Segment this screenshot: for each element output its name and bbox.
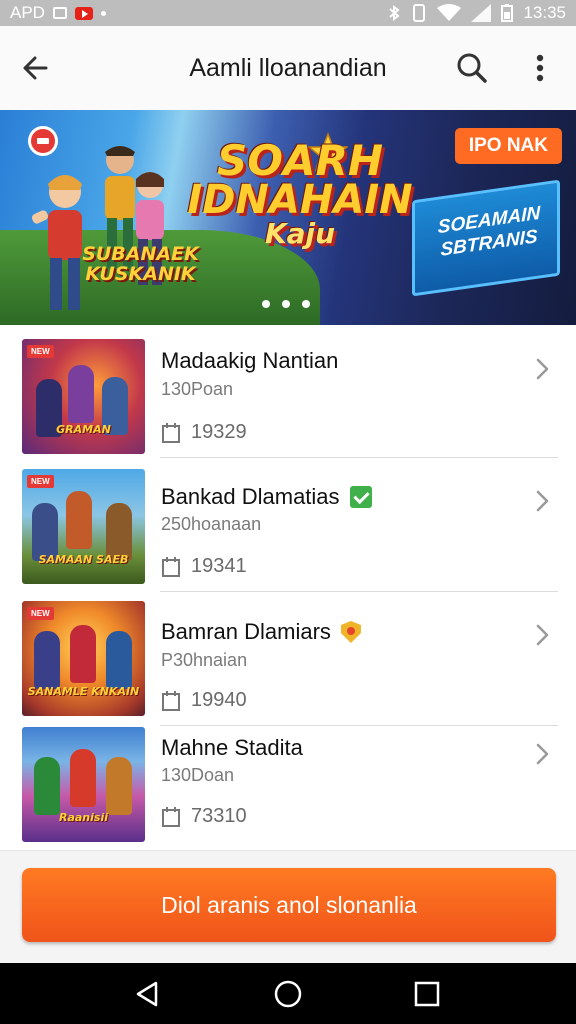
- thumb-figure: [34, 631, 60, 689]
- status-carrier-text: APD: [10, 3, 45, 22]
- nav-back-icon[interactable]: [132, 979, 162, 1009]
- item-name: Bankad Dlamatias: [161, 484, 372, 510]
- item-subtitle: 130Doan: [161, 765, 235, 785]
- item-name-text: Madaakig Nantian: [161, 348, 339, 373]
- item-thumbnail: NEW SAMAAN SAEB: [22, 469, 145, 584]
- banner-title-line2: IDNAHAIN: [187, 177, 413, 223]
- item-thumbnail: NEW SANAMLE KNKAIN: [22, 601, 145, 716]
- thumb-figure: [106, 631, 132, 689]
- item-meta: 19341: [161, 555, 247, 578]
- signal-icon: [471, 4, 492, 22]
- item-count: 19341: [191, 555, 247, 577]
- check-badge-icon: [349, 486, 372, 508]
- app-bar: Aamli lloanandian: [0, 26, 576, 110]
- item-count: 19940: [191, 689, 247, 711]
- chevron-right-icon[interactable]: [532, 622, 552, 648]
- carousel-dot[interactable]: [302, 300, 310, 308]
- item-meta: 19329: [161, 421, 247, 444]
- status-bar: APD 13:35: [0, 0, 576, 26]
- divider: [160, 591, 558, 592]
- list-item[interactable]: NEW GRAMAN Madaakig Nantian 130Poan 1932…: [0, 325, 576, 458]
- item-name-text: Mahne Stadita: [161, 735, 303, 760]
- system-nav-bar: [0, 963, 576, 1024]
- item-meta: 73310: [161, 805, 247, 828]
- list-item[interactable]: Raanisii Mahne Stadita 130Doan 73310: [0, 727, 576, 860]
- banner-subtitle: SUBANAEK KUSKANIK: [82, 243, 199, 285]
- list-item[interactable]: NEW SAMAAN SAEB Bankad Dlamatias 250hoan…: [0, 459, 576, 592]
- item-count: 19329: [191, 421, 247, 443]
- youtube-notification-icon: [74, 6, 93, 20]
- thumb-figure: [106, 757, 132, 815]
- calendar-icon: [162, 422, 180, 443]
- primary-action-button[interactable]: Diol aranis anol slonanlia: [22, 868, 556, 942]
- banner-tag-button[interactable]: IPO NAK: [454, 128, 562, 164]
- banner-title: SOARH IDNAHAIN Kaju: [180, 140, 420, 248]
- item-name: Bamran Dlamiars: [161, 619, 361, 645]
- nav-recents-icon[interactable]: [412, 979, 442, 1009]
- shield-badge-icon: [340, 621, 361, 643]
- item-meta: 19940: [161, 689, 247, 712]
- item-list: NEW GRAMAN Madaakig Nantian 130Poan 1932…: [0, 325, 576, 850]
- item-subtitle: P30hnaian: [161, 650, 248, 670]
- thumb-title: Raanisii: [58, 810, 108, 824]
- chevron-right-icon[interactable]: [532, 488, 552, 514]
- thumb-title: SANAMLE KNKAIN: [27, 684, 140, 698]
- bluetooth-icon: [389, 5, 401, 21]
- item-subtitle: 130Poan: [161, 379, 234, 399]
- banner-title-line3: Kaju: [264, 217, 336, 250]
- carousel-page-indicator[interactable]: [262, 300, 310, 308]
- calendar-icon: [162, 690, 180, 711]
- wifi-icon: [437, 4, 462, 21]
- thumb-title: SAMAAN SAEB: [38, 552, 129, 566]
- search-icon[interactable]: [452, 48, 492, 88]
- vibrate-icon: [413, 4, 426, 22]
- gallery-notification-icon: [52, 7, 67, 19]
- more-vert-icon[interactable]: [520, 48, 560, 88]
- thumb-figure: [70, 749, 96, 807]
- item-name: Mahne Stadita: [161, 735, 303, 761]
- thumb-title: GRAMAN: [56, 422, 111, 436]
- item-name-text: Bamran Dlamiars: [161, 619, 331, 644]
- thumb-figure: [68, 365, 94, 423]
- thumb-figure: [66, 491, 92, 549]
- list-item[interactable]: NEW SANAMLE KNKAIN Bamran Dlamiars P30hn…: [0, 593, 576, 726]
- thumb-figure: [70, 625, 96, 683]
- carousel-dot[interactable]: [262, 300, 270, 308]
- arrow-back-icon[interactable]: [18, 48, 58, 88]
- nav-home-icon[interactable]: [273, 979, 303, 1009]
- item-name: Madaakig Nantian: [161, 348, 338, 374]
- chevron-right-icon[interactable]: [532, 741, 552, 767]
- status-time: 13:35: [523, 3, 566, 22]
- item-thumbnail: Raanisii: [22, 727, 145, 842]
- item-count: 73310: [191, 805, 247, 827]
- record-badge-icon: [28, 126, 58, 156]
- thumb-tag: NEW: [27, 607, 54, 620]
- page-title: Aamli lloanandian: [189, 54, 387, 82]
- thumb-tag: NEW: [27, 345, 54, 358]
- carousel-dot[interactable]: [282, 300, 290, 308]
- battery-icon: [501, 4, 514, 22]
- thumb-tag: NEW: [27, 475, 54, 488]
- thumb-figure: [34, 757, 60, 815]
- item-subtitle: 250hoanaan: [161, 514, 262, 534]
- calendar-icon: [162, 806, 180, 827]
- item-name-text: Bankad Dlamatias: [161, 484, 340, 509]
- divider: [160, 725, 558, 726]
- chevron-right-icon[interactable]: [532, 356, 552, 382]
- notification-dot-icon: [100, 10, 106, 16]
- item-thumbnail: NEW GRAMAN: [22, 339, 145, 454]
- promo-banner[interactable]: SOARH IDNAHAIN Kaju SUBANAEK KUSKANIK IP…: [0, 110, 576, 325]
- divider: [160, 457, 558, 458]
- banner-title-line1: SOARH: [217, 136, 383, 185]
- calendar-icon: [162, 556, 180, 577]
